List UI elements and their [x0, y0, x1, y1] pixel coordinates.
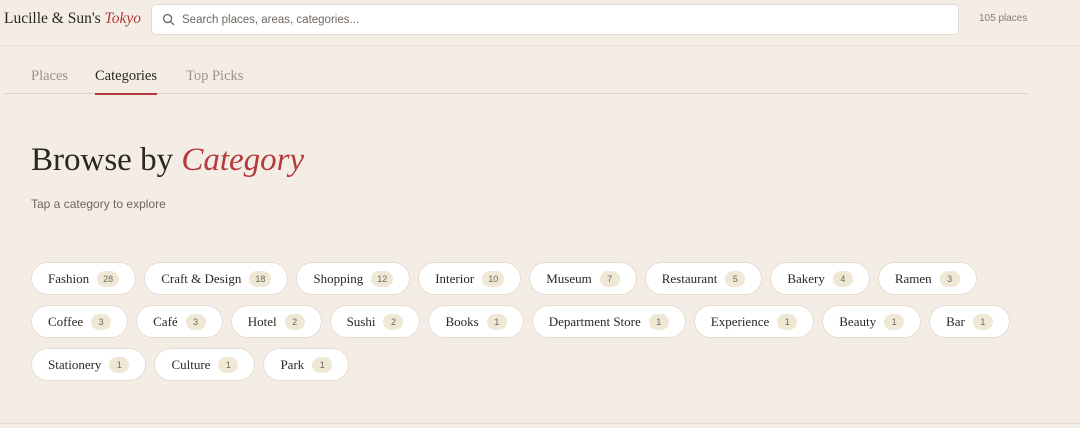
category-chip-culture[interactable]: Culture 1 — [154, 348, 256, 381]
category-count-badge: 5 — [725, 270, 746, 287]
category-chip-sushi[interactable]: Sushi 2 — [329, 305, 421, 338]
page-title-main: Browse by — [31, 142, 174, 178]
category-chip-experience[interactable]: Experience 1 — [693, 305, 815, 338]
category-label: Café — [153, 313, 178, 329]
category-count-badge: 1 — [648, 313, 669, 330]
category-count-badge: 1 — [312, 356, 333, 373]
search-icon — [162, 13, 175, 26]
category-label: Stationery — [48, 356, 102, 372]
category-label: Museum — [546, 270, 592, 286]
category-count-badge: 2 — [284, 313, 305, 330]
page-title: Browse by Category — [31, 142, 304, 179]
page-title-accent: Category — [181, 142, 305, 178]
category-label: Shopping — [313, 270, 364, 286]
category-label: Culture — [171, 356, 211, 372]
category-count-badge: 1 — [109, 356, 130, 373]
category-label: Sushi — [346, 313, 376, 329]
category-count-badge: 1 — [972, 313, 993, 330]
search-input[interactable] — [182, 5, 942, 34]
tab-categories[interactable]: Categories — [95, 68, 158, 95]
brand-city: Tokyo — [104, 10, 141, 27]
category-chip-department-store[interactable]: Department Store 1 — [531, 305, 686, 338]
category-label: Fashion — [48, 270, 90, 286]
category-chip-museum[interactable]: Museum 7 — [529, 262, 637, 295]
brand-logo[interactable]: Lucille & Sun's Tokyo — [4, 10, 141, 28]
category-chip-bakery[interactable]: Bakery 4 — [770, 262, 870, 295]
category-label: Restaurant — [661, 270, 718, 286]
category-count-badge: 1 — [218, 356, 239, 373]
category-count-badge: 3 — [91, 313, 112, 330]
category-label: Park — [280, 356, 305, 372]
category-count-badge: 28 — [97, 270, 120, 287]
category-chip-park[interactable]: Park 1 — [263, 348, 350, 381]
category-label: Books — [445, 313, 479, 329]
category-count-badge: 10 — [482, 270, 505, 287]
category-chip-bar[interactable]: Bar 1 — [929, 305, 1010, 338]
category-label: Coffee — [48, 313, 84, 329]
category-count-badge: 3 — [185, 313, 206, 330]
category-label: Ramen — [894, 270, 932, 286]
category-count-badge: 1 — [884, 313, 905, 330]
category-label: Experience — [710, 313, 770, 329]
category-chip-coffee[interactable]: Coffee 3 — [31, 305, 129, 338]
category-label: Bar — [946, 313, 965, 329]
category-chip-books[interactable]: Books 1 — [428, 305, 524, 338]
category-chip-craft-design[interactable]: Craft & Design 18 — [144, 262, 289, 295]
category-chip-hotel[interactable]: Hotel 2 — [230, 305, 322, 338]
category-chip-fashion[interactable]: Fashion 28 — [31, 262, 137, 295]
category-label: Hotel — [247, 313, 277, 329]
category-chip-beauty[interactable]: Beauty 1 — [822, 305, 922, 338]
category-count-badge: 7 — [599, 270, 620, 287]
divider — [0, 423, 1080, 424]
category-chip-restaurant[interactable]: Restaurant 5 — [644, 262, 763, 295]
category-count-badge: 2 — [383, 313, 404, 330]
category-list: Fashion 28 Craft & Design 18 Shopping 12 In… — [31, 262, 1031, 381]
place-count: 105 places — [979, 13, 1028, 24]
category-label: Beauty — [839, 313, 877, 329]
category-chip-cafe[interactable]: Café 3 — [136, 305, 223, 338]
tab-top-picks[interactable]: Top Picks — [186, 68, 243, 85]
top-bar: Lucille & Sun's Tokyo 105 places — [0, 0, 1080, 46]
category-count-badge: 12 — [371, 270, 394, 287]
search-bar[interactable] — [151, 4, 959, 35]
page-subtitle: Tap a category to explore — [31, 197, 166, 211]
brand-name: Lucille & Sun's — [4, 10, 101, 27]
category-chip-ramen[interactable]: Ramen 3 — [877, 262, 977, 295]
category-count-badge: 4 — [832, 270, 853, 287]
category-chip-stationery[interactable]: Stationery 1 — [31, 348, 147, 381]
tab-bar: Places Categories Top Picks — [4, 57, 1028, 95]
category-label: Interior — [435, 270, 475, 286]
category-label: Department Store — [548, 313, 641, 329]
category-count-badge: 18 — [249, 270, 272, 287]
category-chip-shopping[interactable]: Shopping 12 — [296, 262, 411, 295]
category-chip-interior[interactable]: Interior 10 — [418, 262, 522, 295]
tab-places[interactable]: Places — [31, 68, 68, 85]
category-count-badge: 1 — [777, 313, 798, 330]
category-label: Bakery — [787, 270, 825, 286]
category-label: Craft & Design — [161, 270, 242, 286]
category-count-badge: 1 — [486, 313, 507, 330]
category-count-badge: 3 — [939, 270, 960, 287]
